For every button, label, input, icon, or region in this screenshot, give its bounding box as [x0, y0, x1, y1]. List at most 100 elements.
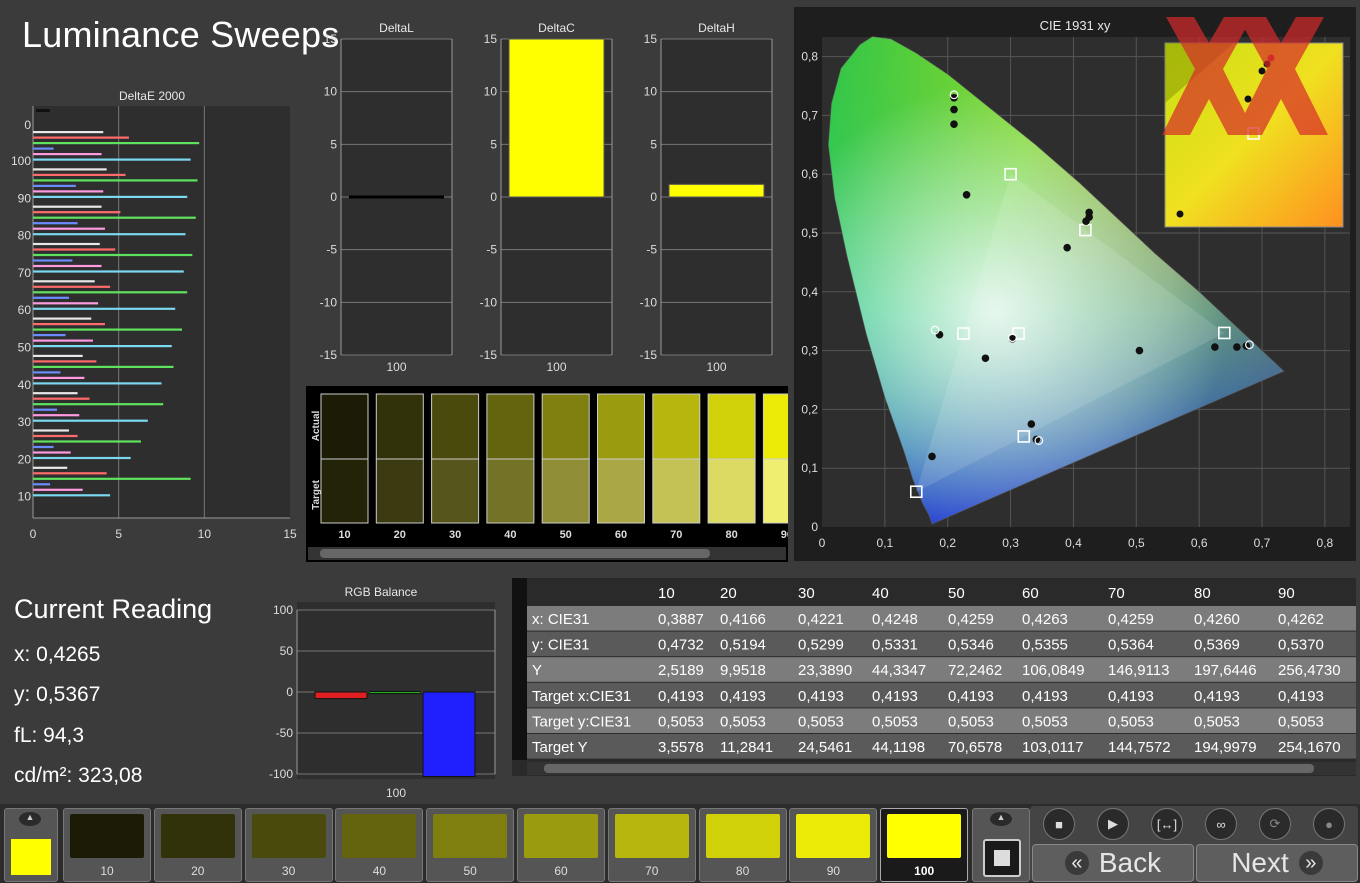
back-button[interactable]: « Back [1032, 844, 1194, 882]
deltae-bar [33, 451, 71, 454]
rgb-ytick-label: 0 [286, 685, 293, 699]
rgb-bar-r [314, 691, 368, 700]
color-thumb[interactable]: 70 [607, 808, 696, 882]
color-thumb-swatch [524, 814, 598, 858]
deltaL-title: DeltaL [379, 21, 414, 35]
cie-xtick-label: 0 [819, 536, 826, 550]
cie-measured-point [935, 330, 944, 339]
color-thumb[interactable]: 80 [698, 808, 787, 882]
deltae-ytick-label: 100 [11, 154, 31, 168]
table-cell: 23,3890 [798, 662, 852, 679]
deltaL-ytick-label: -10 [320, 295, 338, 309]
deltaH-bar [668, 183, 765, 198]
chevron-up-icon[interactable]: ▲ [19, 812, 41, 826]
deltae-bar [33, 408, 57, 411]
color-thumb-label: 90 [826, 864, 841, 878]
color-thumb-label: 20 [191, 864, 205, 878]
cie-xtick-label: 0,5 [1128, 536, 1145, 550]
play-icon[interactable]: ▶ [1097, 808, 1129, 840]
swatch-actual [375, 393, 424, 460]
stop-thumb[interactable]: ▲ [972, 808, 1030, 882]
deltae-plot-area [33, 106, 290, 518]
swatch-label: 10 [338, 529, 350, 541]
deltae-bar [33, 365, 174, 368]
color-thumb[interactable]: 50 [426, 808, 515, 882]
loop-icon[interactable]: ∞ [1205, 808, 1237, 840]
deltae-bar [33, 302, 99, 305]
color-thumb[interactable]: 90 [789, 808, 878, 882]
table-row-label: y: CIE31 [532, 637, 590, 654]
swatch-target-label: Target [311, 479, 322, 509]
table-cell: 0,4193 [798, 688, 844, 705]
reading-cd: cd/m²: 323,08 [14, 764, 143, 787]
deltaL-ytick-label: -15 [320, 348, 338, 362]
color-thumb[interactable]: 60 [517, 808, 605, 882]
table-cell: 0,4193 [720, 688, 766, 705]
deltae-bar [33, 142, 200, 145]
color-thumb-swatch [614, 814, 689, 858]
table-cell: 0,5053 [1194, 713, 1240, 730]
cie-ytick-label: 0,2 [801, 402, 818, 416]
deltae-bar [33, 328, 183, 331]
next-button[interactable]: Next » [1196, 844, 1358, 882]
deltae-xtick-label: 15 [283, 527, 297, 541]
table-cell: 0,4193 [948, 688, 994, 705]
deltae-bar [33, 195, 188, 198]
cie-xtick-label: 0,4 [1065, 536, 1082, 550]
color-thumb-label: 70 [645, 864, 659, 878]
table-header-cell: 20 [720, 585, 737, 602]
deltae-bar [33, 440, 141, 443]
cie-measured-point [981, 354, 990, 363]
record-icon[interactable]: ● [1313, 808, 1345, 840]
chevron-up-icon[interactable]: ▲ [990, 812, 1012, 826]
deltae-bar [33, 291, 188, 294]
table-cell: 103,0117 [1022, 739, 1083, 756]
cie-inset-point [1258, 67, 1266, 75]
deltae-ytick-label: 0 [24, 118, 31, 132]
color-thumb-label: 30 [281, 864, 296, 878]
swatch-svg: Actual Target 10 20 30 40 50 60 70 80 90 [308, 393, 811, 560]
deltae-bar [33, 259, 73, 262]
table-cell: 256,4730 [1278, 662, 1341, 679]
range-icon[interactable]: [↔] [1151, 808, 1183, 840]
rgb-category-label: 100 [386, 786, 406, 800]
table-cell: 0,4248 [872, 611, 918, 628]
color-thumb[interactable]: 100 [880, 808, 969, 882]
deltaH-title: DeltaH [698, 21, 735, 35]
delta-lch-charts: DeltaL151050-5-10-15100 DeltaC151050-5-1… [320, 21, 773, 374]
table-scroll-thumb[interactable] [544, 764, 1314, 773]
deltaC-ytick-label: 15 [484, 32, 498, 46]
swatch-scroll-thumb[interactable] [320, 549, 710, 558]
deltaL-ytick-label: 0 [330, 190, 337, 204]
cie-ytick-label: 0,4 [801, 285, 818, 299]
cie-measured-point [1233, 343, 1241, 351]
table-cell: 0,5053 [658, 713, 704, 730]
color-thumb[interactable]: 20 [153, 808, 242, 882]
stop-square-icon[interactable] [983, 839, 1021, 877]
swatch-target [320, 458, 369, 524]
cie-measured-point [950, 120, 958, 129]
table-header-cell: 50 [948, 585, 965, 602]
swatch-target [707, 458, 756, 524]
deltae-bar [33, 466, 68, 469]
table-cell: 106,0849 [1022, 662, 1085, 679]
table-header-cell: 70 [1108, 585, 1125, 602]
current-color-thumb[interactable]: ▲ [4, 808, 58, 882]
deltae-bar [33, 227, 105, 230]
color-thumb-swatch [433, 814, 508, 858]
table-cell: 0,5299 [798, 637, 844, 654]
reading-y: y: 0,5367 [14, 683, 101, 706]
refresh-icon[interactable]: ⟳ [1259, 808, 1291, 840]
color-thumb[interactable]: 40 [335, 808, 424, 882]
deltae-bar [33, 296, 69, 299]
stop-icon[interactable]: ■ [1043, 808, 1075, 840]
deltae-bar [33, 360, 97, 363]
color-thumb[interactable]: 30 [244, 808, 333, 882]
color-thumb[interactable]: 10 [63, 808, 151, 882]
deltaC-ytick-label: 10 [484, 85, 498, 99]
deltae-bar [33, 445, 54, 449]
deltae-bar [33, 205, 102, 208]
deltae-bar [33, 488, 83, 491]
table-cell: 0,5346 [948, 637, 994, 654]
color-thumb-swatch [796, 814, 871, 858]
